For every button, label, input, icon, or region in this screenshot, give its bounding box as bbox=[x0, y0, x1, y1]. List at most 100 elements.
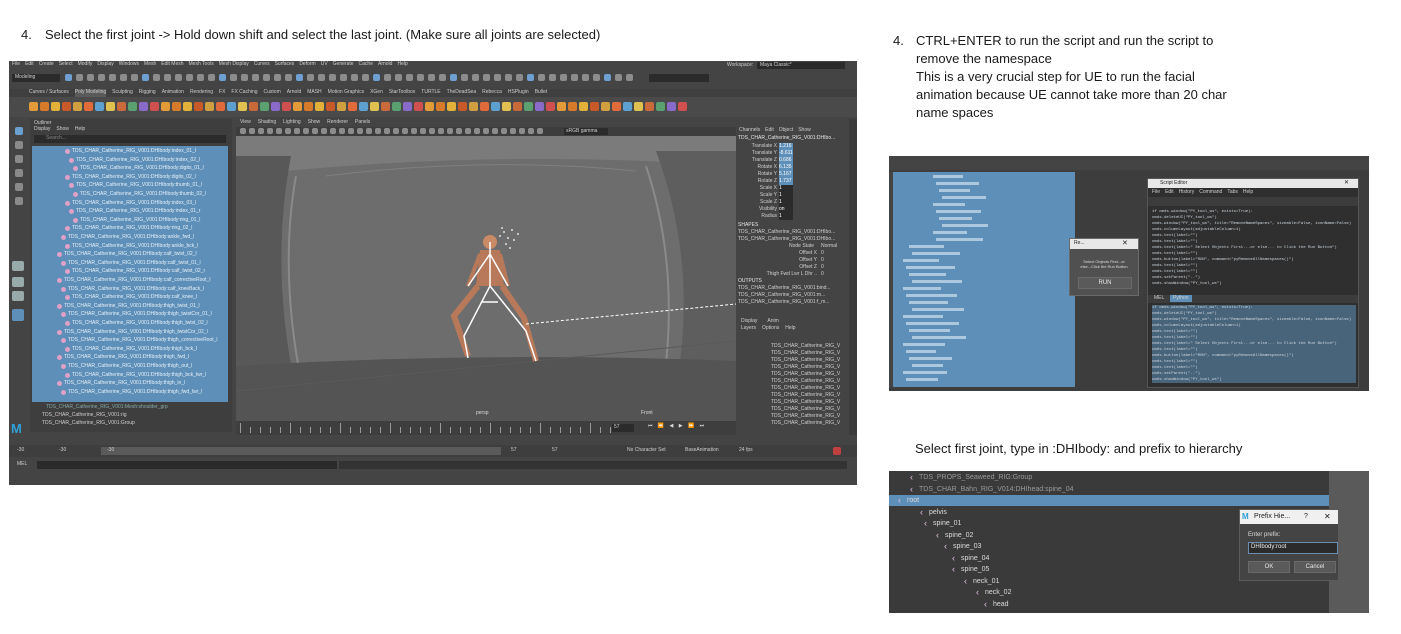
status-line-icon[interactable] bbox=[241, 74, 248, 81]
channel-menu-object[interactable]: Object bbox=[779, 127, 793, 134]
viewport-tool-icon[interactable] bbox=[330, 128, 336, 134]
layer-row[interactable]: TDS_CHAR_Catherine_RIG_V bbox=[771, 385, 840, 392]
layout-outliner-icon[interactable] bbox=[12, 309, 24, 321]
outliner-row[interactable]: TDS_CHAR_Catherine_RIG_V001:DHIbody:calf… bbox=[34, 251, 226, 258]
shelf-tab[interactable]: Rendering bbox=[190, 89, 213, 97]
outliner-row[interactable]: TDS_CHAR_Catherine_RIG_V001:DHIbody:ankl… bbox=[34, 243, 226, 250]
shelf-tab[interactable]: Arnold bbox=[287, 89, 301, 97]
shelf-tab[interactable]: Animation bbox=[162, 89, 184, 97]
status-line-icon[interactable] bbox=[318, 74, 325, 81]
offset-value[interactable]: 0 bbox=[821, 271, 824, 278]
viewport-tool-icon[interactable] bbox=[456, 128, 462, 134]
status-line-icon[interactable] bbox=[219, 74, 226, 81]
status-line-icon[interactable] bbox=[439, 74, 446, 81]
outliner-row[interactable]: TDS_CHAR_Catherine_RIG_V001:DHIbody:calf… bbox=[34, 277, 226, 284]
outliner-row[interactable]: TDS_CHAR_Catherine_RIG_V001:DHIbody:ring… bbox=[34, 225, 226, 232]
tab-python[interactable]: Python bbox=[1170, 295, 1192, 302]
outliner-row[interactable] bbox=[909, 301, 948, 304]
outliner-row[interactable] bbox=[942, 196, 986, 199]
cancel-button[interactable]: Cancel bbox=[1294, 561, 1336, 573]
offset-value[interactable]: 0 bbox=[821, 264, 824, 271]
shelf-tool-icon[interactable] bbox=[238, 102, 247, 111]
status-line-icon[interactable] bbox=[109, 74, 116, 81]
layer-menu-options[interactable]: Options bbox=[762, 325, 779, 332]
outliner-row[interactable] bbox=[903, 371, 947, 374]
viewport-tool-icon[interactable] bbox=[510, 128, 516, 134]
outliner-row[interactable]: TDS_CHAR_Catherine_RIG_V001:DHIbody:ankl… bbox=[34, 234, 226, 241]
outliner-row[interactable]: TDS_CHAR_Catherine_RIG_V001:DHIbody:thig… bbox=[34, 380, 226, 387]
hierarchy-row[interactable]: ‹ root bbox=[889, 495, 1329, 506]
outliner-row[interactable]: TDS_CHAR_Catherine_RIG_V001:DHIbody:inde… bbox=[34, 157, 226, 164]
channel-value[interactable]: 6.135 bbox=[779, 164, 793, 171]
status-line-icon[interactable] bbox=[472, 74, 479, 81]
shelf-tool-icon[interactable] bbox=[29, 102, 38, 111]
shelf-tool-icon[interactable] bbox=[139, 102, 148, 111]
shelf-tool-icon[interactable] bbox=[128, 102, 137, 111]
shelf-tool-icon[interactable] bbox=[645, 102, 654, 111]
mel-input[interactable] bbox=[37, 461, 337, 469]
menu-item[interactable]: Mesh Display bbox=[219, 61, 249, 70]
current-frame-field[interactable]: 57 bbox=[612, 424, 634, 432]
script-menu-item[interactable]: Edit bbox=[1165, 189, 1174, 196]
outliner-row[interactable]: TDS_CHAR_Catherine_RIG_V001:rig bbox=[42, 412, 126, 419]
shelf-tool-icon[interactable] bbox=[260, 102, 269, 111]
outliner-row[interactable] bbox=[909, 357, 952, 360]
outliner-row[interactable]: TDS_CHAR_Catherine_RIG_V001:DHIbody:calf… bbox=[34, 294, 226, 301]
character-set[interactable]: No Character Set bbox=[627, 447, 666, 454]
shelf-tab[interactable]: FX Caching bbox=[231, 89, 257, 97]
outliner-search-input[interactable]: Search... bbox=[34, 135, 226, 143]
shelf-tab[interactable]: Motion Graphics bbox=[328, 89, 364, 97]
menu-item[interactable]: UV bbox=[321, 61, 328, 70]
shelf-tool-icon[interactable] bbox=[150, 102, 159, 111]
color-space-select[interactable]: sRGB gamma bbox=[564, 128, 608, 135]
outliner-row[interactable]: TDS_CHAR_Catherine_RIG_V001:DHIbody:thig… bbox=[34, 337, 226, 344]
script-menu-item[interactable]: History bbox=[1179, 189, 1195, 196]
layer-row[interactable]: TDS_CHAR_Catherine_RIG_V bbox=[771, 350, 840, 357]
outliner-row[interactable]: TDS_CHAR_Catherine_RIG_V001:DHIbody:ring… bbox=[34, 217, 226, 224]
help-icon[interactable]: ? bbox=[1304, 513, 1308, 520]
menu-item[interactable]: Edit bbox=[25, 61, 34, 70]
viewport-tool-icon[interactable] bbox=[312, 128, 318, 134]
offset-value[interactable]: 0 bbox=[821, 257, 824, 264]
viewport-menu-item[interactable]: View bbox=[240, 119, 251, 126]
workspace-select[interactable]: Maya Classic* bbox=[757, 62, 845, 69]
layout-single-icon[interactable] bbox=[12, 261, 24, 271]
shelf-tool-icon[interactable] bbox=[590, 102, 599, 111]
status-line-icon[interactable] bbox=[373, 74, 380, 81]
shelf-tab[interactable]: TURTLE bbox=[421, 89, 440, 97]
viewport-tool-icon[interactable] bbox=[393, 128, 399, 134]
shelf-tool-icon[interactable] bbox=[414, 102, 423, 111]
viewport-tool-icon[interactable] bbox=[501, 128, 507, 134]
menu-item[interactable]: Mesh Tools bbox=[189, 61, 214, 70]
status-line-icon[interactable] bbox=[604, 74, 611, 81]
shelf-tool-icon[interactable] bbox=[381, 102, 390, 111]
script-menu-item[interactable]: Command bbox=[1199, 189, 1222, 196]
channel-value[interactable]: 1 bbox=[779, 199, 793, 206]
outliner-row[interactable]: TDS_CHAR_Catherine_RIG_V001:DHIbody:digi… bbox=[34, 165, 226, 172]
outliner-row[interactable]: TDS_CHAR_Catherine_RIG_V001:DHIbody:thig… bbox=[34, 372, 226, 379]
layout-two-icon[interactable] bbox=[12, 291, 24, 301]
viewport-tool-icon[interactable] bbox=[492, 128, 498, 134]
anim-layer[interactable]: BaseAnimation bbox=[685, 447, 719, 454]
channel-value[interactable]: 1.216 bbox=[779, 143, 793, 150]
shelf-tool-icon[interactable] bbox=[205, 102, 214, 111]
shelf-tab[interactable]: Sculpting bbox=[112, 89, 133, 97]
shelf-tool-icon[interactable] bbox=[513, 102, 522, 111]
shelf-tool-icon[interactable] bbox=[172, 102, 181, 111]
status-line-icon[interactable] bbox=[417, 74, 424, 81]
outliner-row[interactable] bbox=[936, 210, 981, 213]
viewport-tool-icon[interactable] bbox=[483, 128, 489, 134]
layout-four-icon[interactable] bbox=[12, 277, 24, 287]
outliner-menu-help[interactable]: Help bbox=[75, 126, 85, 133]
shelf-tool-icon[interactable] bbox=[524, 102, 533, 111]
status-line-icon[interactable] bbox=[329, 74, 336, 81]
shelf-tool-icon[interactable] bbox=[425, 102, 434, 111]
range-end-inner[interactable]: 57 bbox=[511, 447, 517, 454]
viewport-tool-icon[interactable] bbox=[276, 128, 282, 134]
channel-value[interactable]: 1 bbox=[779, 192, 793, 199]
menu-item[interactable]: Generate bbox=[333, 61, 354, 70]
layer-menu-help[interactable]: Help bbox=[785, 325, 795, 332]
shelf-tool-icon[interactable] bbox=[348, 102, 357, 111]
shelf-tool-icon[interactable] bbox=[447, 102, 456, 111]
shelf-tool-icon[interactable] bbox=[194, 102, 203, 111]
